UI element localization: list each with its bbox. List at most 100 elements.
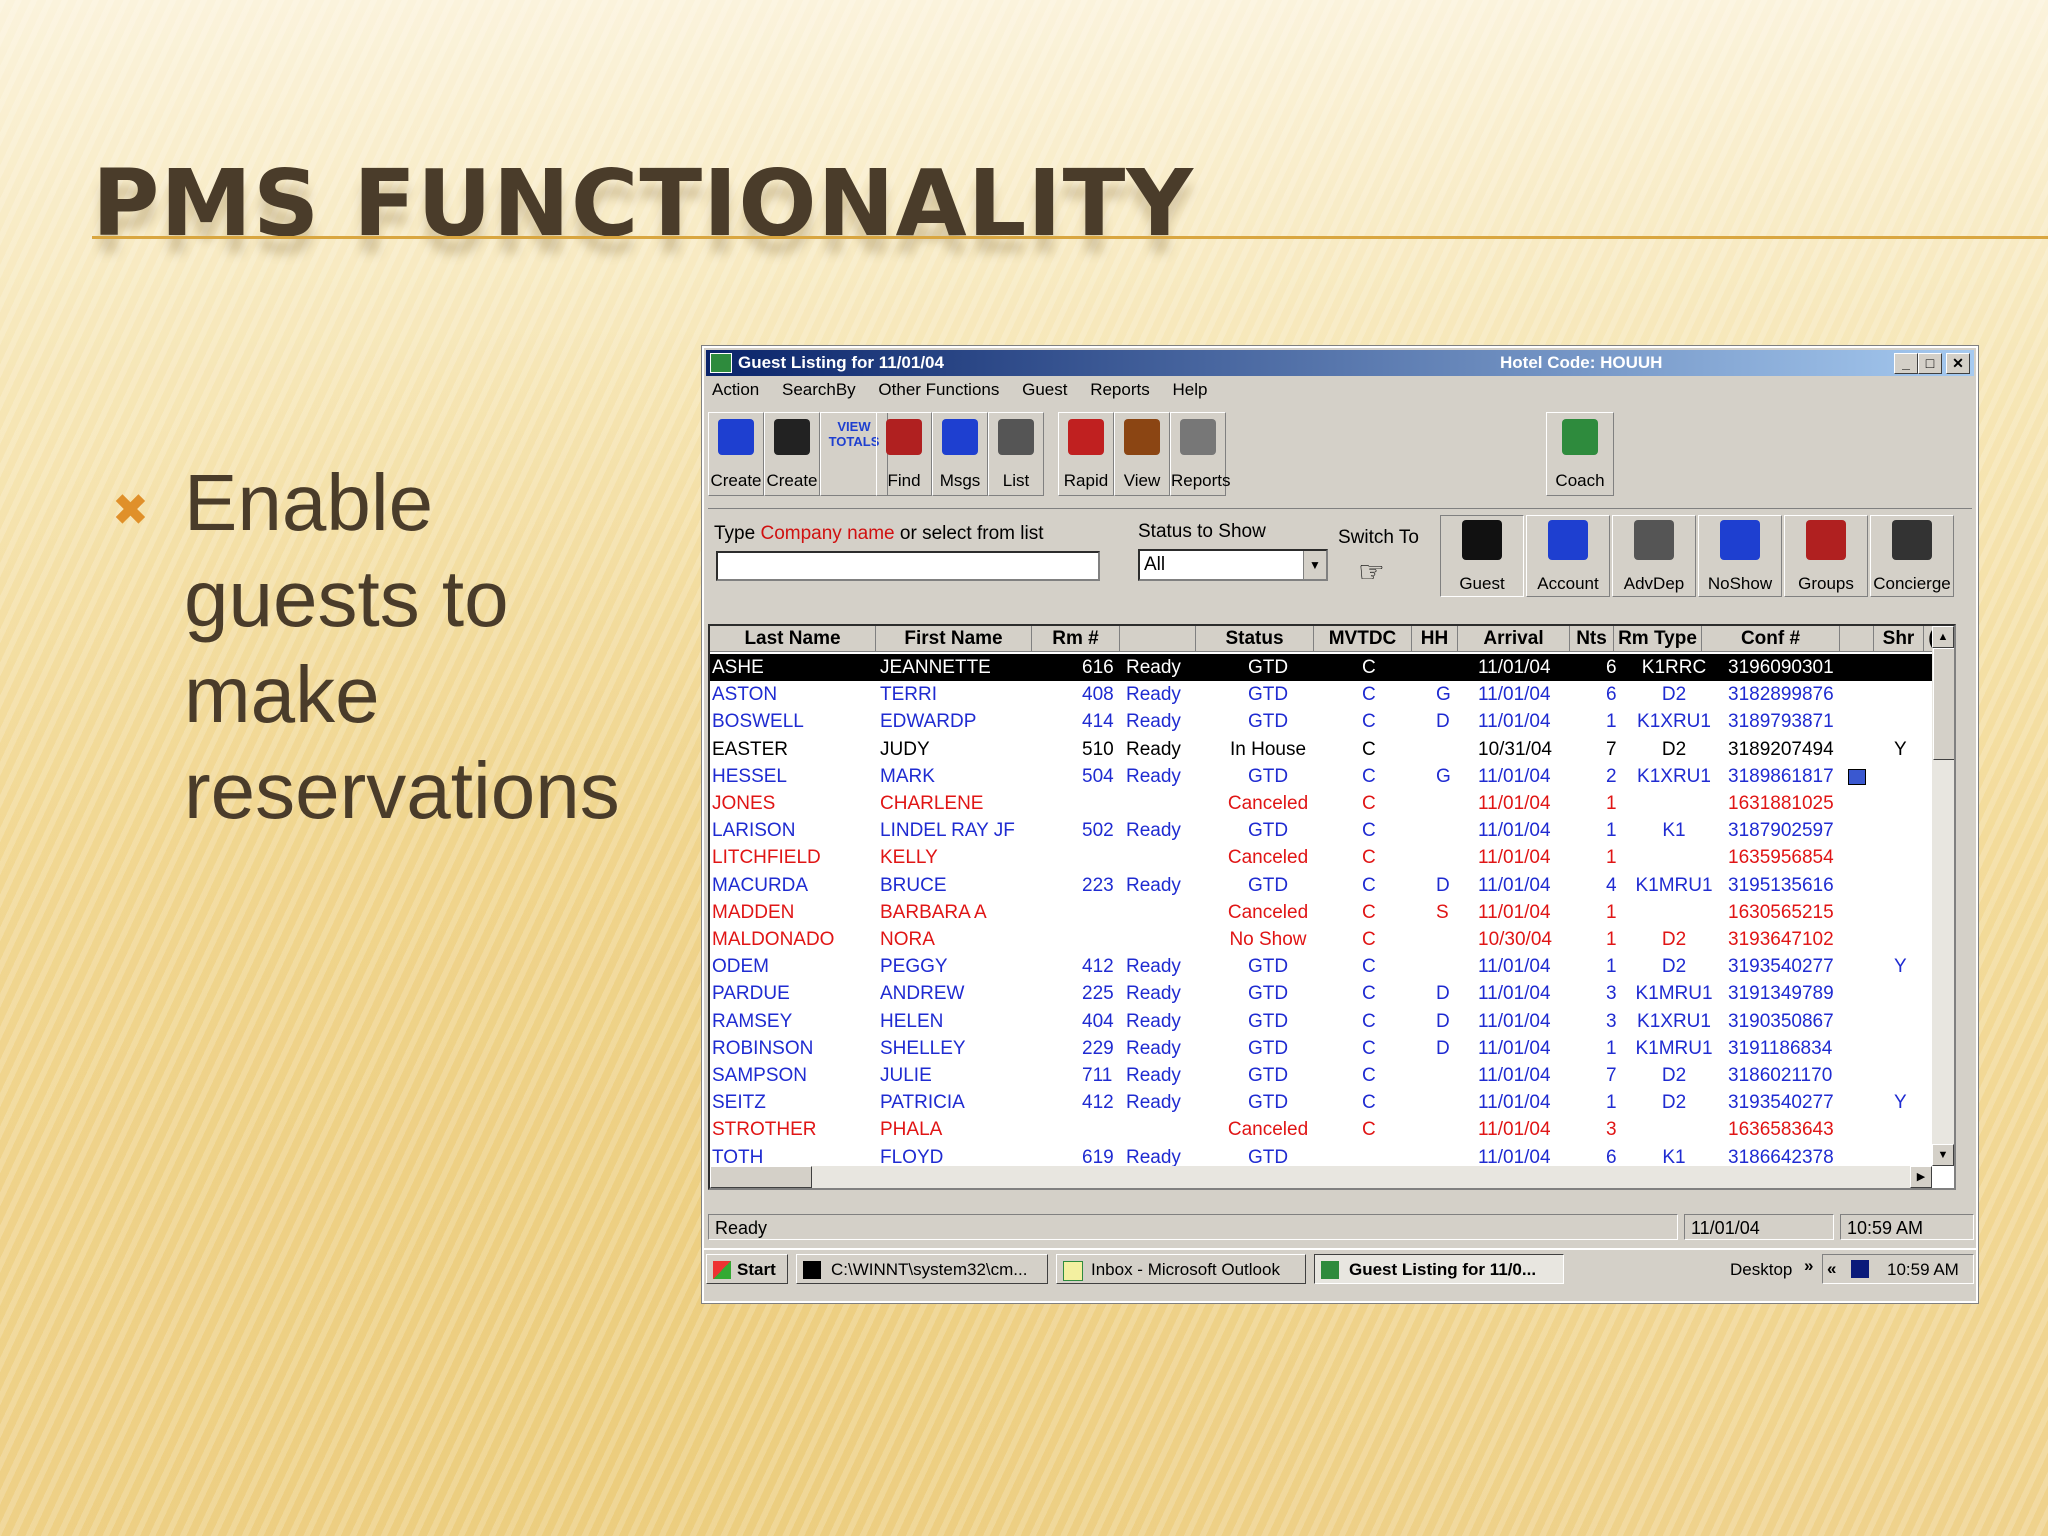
cell-last: SAMPSON — [712, 1065, 808, 1086]
close-button[interactable]: ✕ — [1946, 353, 1970, 374]
chevron-right-icon[interactable]: » — [1804, 1256, 1813, 1276]
table-row[interactable]: ASTON TERRI 408 Ready GTD C G 11/01/04 6 D2 318289… — [710, 681, 1932, 708]
desktop-toolbar-label[interactable]: Desktop — [1730, 1260, 1792, 1280]
table-row[interactable]: BOSWELL EDWARDP 414 Ready GTD C D 11/01/04 1 K1XR… — [710, 708, 1932, 735]
vertical-scroll-thumb[interactable] — [1933, 648, 1954, 760]
scroll-right-icon[interactable]: ▶ — [1910, 1166, 1932, 1188]
refresh-list-icon — [998, 419, 1034, 455]
cell-last: EASTER — [712, 738, 789, 760]
status-select[interactable]: All ▼ — [1138, 549, 1328, 581]
table-row[interactable]: MADDEN BARBARA A Canceled C S 11/01/04 1 163056… — [710, 899, 1932, 926]
cell-arrival: 11/01/04 — [1478, 1065, 1551, 1086]
tray-expand-icon[interactable]: « — [1827, 1259, 1836, 1279]
cell-conf: 3196090301 — [1728, 657, 1834, 678]
column-header[interactable]: Arrival — [1458, 626, 1570, 652]
bullet-text: Enable guests to make reservations — [184, 458, 620, 835]
cell-rmtype: K1 — [1662, 820, 1686, 842]
cell-conf: 3191186834 — [1728, 1037, 1833, 1059]
column-header[interactable]: Rm Type — [1614, 626, 1702, 652]
column-header[interactable]: Last Name — [710, 626, 876, 652]
taskbar-item-cmd[interactable]: C:\WINNT\system32\cm... — [796, 1254, 1048, 1284]
toolbar-button-1[interactable]: Create — [764, 412, 820, 496]
vertical-scrollbar[interactable]: ▲ ▼ — [1932, 626, 1954, 1166]
menu-action[interactable]: Action — [712, 380, 759, 399]
cell-arrival: 11/01/04 — [1478, 956, 1551, 978]
cell-arrival: 11/01/04 — [1478, 793, 1551, 814]
table-row[interactable]: STROTHER PHALA Canceled C 11/01/04 3 163658364… — [710, 1116, 1932, 1143]
cell-mvtdc: C — [1362, 874, 1376, 896]
menu-guest[interactable]: Guest — [1022, 380, 1067, 399]
cell-rm: 412 — [1082, 956, 1114, 978]
menu-other-functions[interactable]: Other Functions — [878, 380, 999, 399]
table-row[interactable]: ROBINSON SHELLEY 229 Ready GTD C D 11/01/04 1 K1M… — [710, 1035, 1932, 1062]
table-row[interactable]: SEITZ PATRICIA 412 Ready GTD C 11/01/04 1 D2 3193… — [710, 1089, 1932, 1116]
switch-to-groups[interactable]: Groups — [1784, 515, 1868, 597]
table-row[interactable]: SAMPSON JULIE 711 Ready GTD C 11/01/04 7 D2 31860… — [710, 1062, 1932, 1089]
table-row[interactable]: EASTER JUDY 510 Ready In House C 10/31/04 7 D2 31… — [710, 736, 1932, 763]
windows-logo-icon — [713, 1261, 731, 1279]
column-header[interactable]: Status — [1196, 626, 1314, 652]
menu-help[interactable]: Help — [1172, 380, 1207, 399]
tray-app-icon[interactable] — [1851, 1260, 1869, 1278]
toolbar-button-8[interactable]: Reports — [1170, 412, 1231, 496]
toolbar-button-3[interactable]: Find — [876, 412, 932, 496]
horizontal-scroll-thumb[interactable] — [710, 1166, 812, 1188]
menu-reports[interactable]: Reports — [1090, 380, 1150, 399]
column-header[interactable]: Rm # — [1032, 626, 1120, 652]
chevron-down-icon[interactable]: ▼ — [1303, 551, 1326, 579]
column-header[interactable] — [1120, 626, 1196, 652]
switch-to-guest[interactable]: Guest — [1440, 515, 1524, 597]
post-rapid-icon — [1068, 419, 1104, 455]
scroll-up-icon[interactable]: ▲ — [1932, 626, 1954, 648]
toolbar-button-7[interactable]: View — [1114, 412, 1170, 496]
toolbar-button-0[interactable]: Create — [708, 412, 764, 496]
table-row[interactable]: LITCHFIELD KELLY Canceled C 11/01/04 1 1635956… — [710, 844, 1932, 871]
table-row[interactable]: LARISON LINDEL RAY JF 502 Ready GTD C 11/01/04… — [710, 817, 1932, 844]
column-header[interactable] — [1840, 626, 1874, 652]
concierge-icon — [1892, 520, 1932, 560]
column-header[interactable]: MVTDC — [1314, 626, 1412, 652]
column-header[interactable]: HH — [1412, 626, 1458, 652]
company-name-input[interactable] — [716, 551, 1100, 581]
column-header[interactable]: Conf # — [1702, 626, 1840, 652]
maximize-button[interactable]: □ — [1918, 353, 1942, 374]
table-row[interactable]: MACURDA BRUCE 223 Ready GTD C D 11/01/04 4 K1MRU1… — [710, 872, 1932, 899]
table-row[interactable]: RAMSEY HELEN 404 Ready GTD C D 11/01/04 3 K1XRU1 3… — [710, 1008, 1932, 1035]
taskbar-item-guest-listing[interactable]: Guest Listing for 11/0... — [1314, 1254, 1564, 1284]
cell-last: STROTHER — [712, 1119, 817, 1141]
toolbar-button-6[interactable]: Rapid — [1058, 412, 1114, 496]
cmd-icon — [803, 1261, 821, 1279]
taskbar-item-outlook[interactable]: Inbox - Microsoft Outlook — [1056, 1254, 1306, 1284]
menu-searchby[interactable]: SearchBy — [782, 380, 856, 399]
switch-to-concierge[interactable]: Concierge — [1870, 515, 1954, 597]
cell-arrival: 11/01/04 — [1478, 765, 1551, 787]
table-row[interactable]: MALDONADO NORA No Show C 10/30/04 1 D2 31936471… — [710, 926, 1932, 953]
coach-icon — [1562, 419, 1598, 455]
column-header[interactable]: Nts — [1570, 626, 1614, 652]
column-header[interactable]: Shr — [1874, 626, 1924, 652]
table-row[interactable]: ASHE JEANNETTE 616 Ready GTD C 11/01/04 6 K1RRC 3… — [710, 654, 1932, 681]
switch-to-advdep[interactable]: AdvDep — [1612, 515, 1696, 597]
table-row[interactable]: HESSEL MARK 504 Ready GTD C G 11/01/04 2 K1XRU1 31… — [710, 763, 1932, 790]
flag-icon[interactable] — [1848, 768, 1866, 785]
cell-rs: Ready — [1126, 1065, 1181, 1086]
switch-to-noshow[interactable]: NoShow — [1698, 515, 1782, 597]
cell-rm: 504 — [1082, 765, 1114, 787]
cell-last: LARISON — [712, 820, 796, 842]
start-button[interactable]: Start — [706, 1254, 788, 1284]
scroll-down-icon[interactable]: ▼ — [1932, 1144, 1954, 1166]
horizontal-scrollbar[interactable]: ▶ — [710, 1166, 1932, 1188]
table-row[interactable]: ODEM PEGGY 412 Ready GTD C 11/01/04 1 D2 31935402… — [710, 953, 1932, 980]
table-row[interactable]: PARDUE ANDREW 225 Ready GTD C D 11/01/04 3 K1MRU1… — [710, 980, 1932, 1007]
toolbar-button-4[interactable]: Msgs — [932, 412, 988, 496]
switch-to-account[interactable]: Account — [1526, 515, 1610, 597]
cell-first: CHARLENE — [880, 793, 984, 814]
toolbar-button-5[interactable]: List — [988, 412, 1044, 496]
cell-arrival: 10/31/04 — [1478, 738, 1552, 760]
minimize-button[interactable]: _ — [1894, 353, 1918, 374]
taskbar-clock: 10:59 AM — [1887, 1260, 1959, 1279]
column-header[interactable]: First Name — [876, 626, 1032, 652]
window-titlebar[interactable]: Guest Listing for 11/01/04 Hotel Code: H… — [706, 350, 1974, 376]
table-row[interactable]: JONES CHARLENE Canceled C 11/01/04 1 163188102… — [710, 790, 1932, 817]
toolbar-button-9[interactable]: Coach — [1546, 412, 1614, 496]
